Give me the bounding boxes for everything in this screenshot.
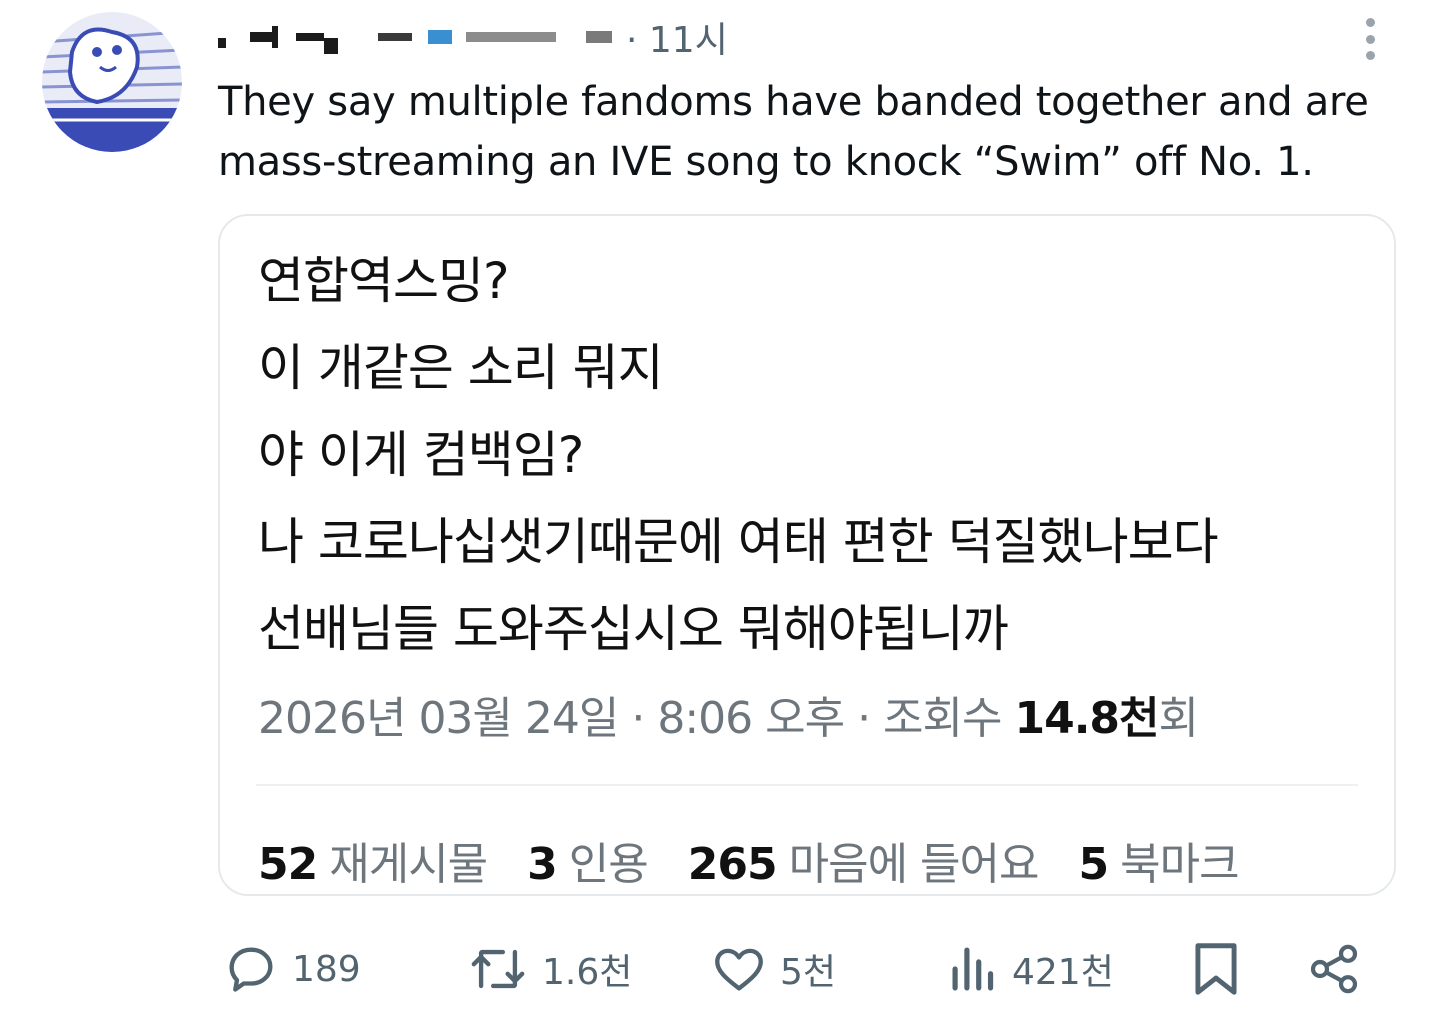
share-icon (1310, 944, 1358, 994)
quoted-line: 이 개같은 소리 뭐지 (258, 339, 664, 397)
post-time[interactable]: · 11시 (626, 11, 728, 63)
reply-icon (229, 947, 273, 992)
like-button[interactable]: 5천 (710, 936, 836, 1002)
analytics-icon (952, 947, 994, 991)
bookmark-icon (1195, 943, 1237, 995)
share-button[interactable] (1306, 936, 1362, 1002)
stat-label: 재게시물 (329, 839, 488, 890)
stat-reposts[interactable]: 52 재게시물 (258, 828, 488, 892)
views-button[interactable]: 421천 (948, 936, 1114, 1002)
stat-label: 마음에 들어요 (788, 839, 1040, 890)
quoted-line: 야 이게 컴백임? (258, 426, 584, 484)
quoted-post-meta: 2026년 03월 24일 · 8:06 오후 · 조회수 14.8천회 (258, 682, 1199, 746)
stat-count: 3 (527, 839, 558, 890)
heart-icon (715, 948, 763, 991)
quoted-line: 선배님들 도와주십시오 뭐해야됩니까 (258, 600, 1009, 658)
avatar-image (42, 12, 182, 152)
stat-count: 265 (687, 839, 778, 890)
repost-icon (471, 949, 525, 989)
stat-bookmarks[interactable]: 5 북마크 (1078, 828, 1239, 892)
stat-count: 5 (1078, 839, 1109, 890)
post-header: · 11시 (218, 12, 1380, 62)
views-suffix: 회 (1158, 693, 1199, 744)
quoted-line: 나 코로나십샛기때문에 여태 편한 덕질했나보다 (258, 513, 1219, 571)
stat-likes[interactable]: 265 마음에 들어요 (687, 828, 1040, 892)
quoted-post-card[interactable]: 연합역스밍? 이 개같은 소리 뭐지 야 이게 컴백임? 나 코로나십샛기때문에… (218, 214, 1396, 896)
stat-label: 인용 (568, 839, 649, 890)
views-count-action: 421천 (1012, 952, 1114, 993)
stat-label: 북마크 (1120, 839, 1239, 890)
views-count: 14.8천 (1014, 693, 1159, 744)
bookmark-button[interactable] (1190, 936, 1242, 1002)
stat-quotes[interactable]: 3 인용 (527, 828, 649, 892)
quoted-post-text: 연합역스밍? 이 개같은 소리 뭐지 야 이게 컴백임? 나 코로나십샛기때문에… (258, 238, 1219, 673)
repost-count: 1.6천 (542, 952, 633, 993)
meta-date-views: 2026년 03월 24일 · 8:06 오후 · 조회수 (258, 693, 1015, 744)
post-text-line: They say multiple fandoms have banded to… (218, 79, 1369, 125)
post-text: They say multiple fandoms have banded to… (218, 72, 1418, 192)
stat-count: 52 (258, 839, 318, 890)
reply-count: 189 (292, 948, 361, 990)
action-bar: 189 1.6천 5천 421천 (222, 936, 1372, 1002)
quoted-line: 연합역스밍? (258, 252, 510, 310)
avatar[interactable] (42, 12, 182, 152)
repost-button[interactable]: 1.6천 (466, 936, 632, 1002)
reply-button[interactable]: 189 (222, 936, 361, 1002)
quoted-post-stats: 52 재게시물 3 인용 265 마음에 들어요 5 북마크 (258, 828, 1240, 892)
post-text-line: mass-streaming an IVE song to knock “Swi… (218, 139, 1314, 185)
more-options-icon[interactable] (1358, 18, 1382, 60)
redacted-username (218, 17, 612, 57)
divider (256, 784, 1358, 786)
like-count: 5천 (780, 952, 837, 993)
